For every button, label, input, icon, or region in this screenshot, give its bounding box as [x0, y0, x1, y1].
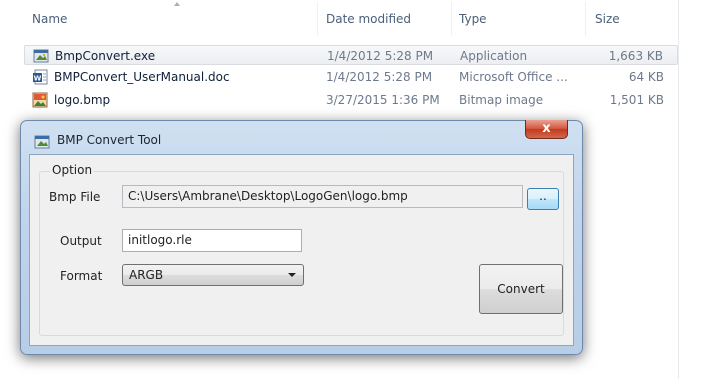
svg-text:W: W	[34, 75, 42, 83]
file-date: 1/4/2012 5:28 PM	[326, 70, 433, 84]
column-header-name[interactable]: Name	[32, 12, 67, 26]
convert-label: Convert	[497, 282, 545, 296]
column-header-bar: Name Date modified Type Size	[0, 0, 708, 36]
browse-label: ..	[539, 189, 547, 203]
file-date: 1/4/2012 5:28 PM	[327, 49, 434, 63]
file-name: BMPConvert_UserManual.doc	[54, 70, 230, 84]
bitmap-image-icon	[32, 92, 48, 108]
file-size: 1,501 KB	[609, 93, 664, 107]
file-size: 1,663 KB	[608, 49, 663, 63]
group-label: Option	[50, 163, 95, 177]
column-divider[interactable]	[317, 2, 318, 36]
file-name: logo.bmp	[54, 93, 111, 107]
file-row[interactable]: BmpConvert.exe 1/4/2012 5:28 PM Applicat…	[24, 45, 678, 65]
format-dropdown[interactable]: ARGB	[122, 264, 304, 286]
file-size: 64 KB	[628, 70, 664, 84]
chevron-down-icon	[288, 273, 296, 277]
bmp-file-field[interactable]: C:\Users\Ambrane\Desktop\LogoGen\logo.bm…	[122, 185, 523, 208]
convert-button[interactable]: Convert	[479, 264, 563, 314]
column-header-type[interactable]: Type	[459, 12, 487, 26]
close-icon: x	[542, 121, 551, 136]
close-button[interactable]: x	[525, 120, 568, 139]
file-type: Application	[460, 49, 528, 63]
format-selected-value: ARGB	[129, 268, 164, 282]
option-groupbox: Option Bmp File C:\Users\Ambrane\Desktop…	[39, 163, 564, 336]
column-divider[interactable]	[585, 2, 586, 36]
output-field[interactable]: initlogo.rle	[122, 229, 302, 252]
column-divider[interactable]	[451, 2, 452, 36]
bmp-convert-dialog: BMP Convert Tool x Option Bmp File C:\Us…	[20, 120, 583, 355]
bmp-file-label: Bmp File	[49, 190, 101, 204]
column-header-date[interactable]: Date modified	[326, 12, 411, 26]
file-date: 3/27/2015 1:36 PM	[326, 93, 440, 107]
application-icon	[34, 135, 50, 149]
file-row[interactable]: logo.bmp 3/27/2015 1:36 PM Bitmap image …	[24, 90, 678, 110]
word-document-icon: W	[33, 69, 48, 85]
browse-button[interactable]: ..	[527, 188, 559, 210]
file-row[interactable]: W BMPConvert_UserManual.doc 1/4/2012 5:2…	[24, 67, 678, 87]
dialog-client-area: Option Bmp File C:\Users\Ambrane\Desktop…	[29, 154, 574, 346]
scrollbar-edge	[678, 0, 679, 379]
window-title: BMP Convert Tool	[57, 133, 162, 147]
file-type: Microsoft Office ...	[459, 70, 568, 84]
file-type: Bitmap image	[459, 93, 544, 107]
application-icon	[33, 49, 49, 63]
column-header-size[interactable]: Size	[595, 12, 620, 26]
file-name: BmpConvert.exe	[55, 49, 156, 63]
sort-ascending-icon	[174, 2, 180, 6]
format-label: Format	[60, 269, 103, 283]
output-label: Output	[60, 234, 102, 248]
